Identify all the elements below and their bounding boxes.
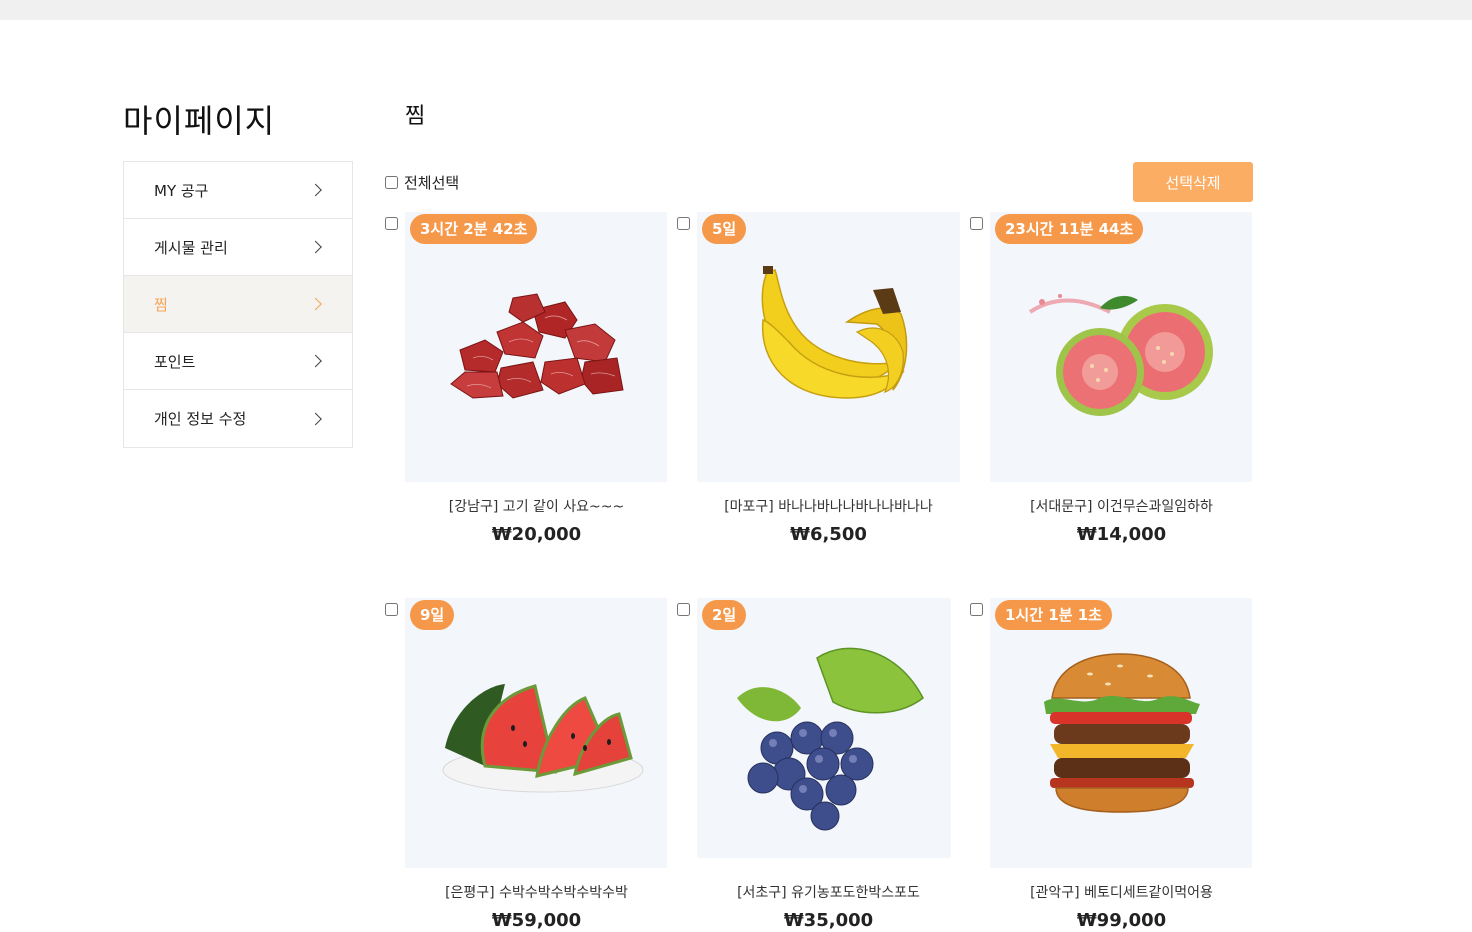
product-name[interactable]: [관악구] 베토디세트같이먹어용 (990, 882, 1253, 902)
product-checkbox[interactable] (970, 217, 983, 230)
product-price: ₩35,000 (783, 910, 874, 931)
product-checkbox[interactable] (970, 603, 983, 616)
product-name[interactable]: [서대문구] 이건무슨과일임하하 (990, 496, 1253, 516)
sidebar-item-points[interactable]: 포인트 (124, 333, 352, 390)
time-left-badge: 2일 (702, 600, 747, 630)
sidebar-item-label: 게시물 관리 (154, 238, 228, 257)
product-price: ₩59,000 (491, 910, 582, 931)
product-card[interactable]: 9일 [은평구] 수박수박수박수박수박 ₩59,000 (385, 598, 675, 932)
chevron-right-icon (309, 354, 322, 368)
time-left-badge: 23시간 11분 44초 (995, 214, 1144, 244)
product-checkbox[interactable] (385, 217, 398, 230)
time-left-badge: 9일 (410, 600, 455, 630)
chevron-right-icon (309, 240, 322, 254)
product-name[interactable]: [서초구] 유기농포도한박스포도 (697, 882, 960, 902)
sidebar-menu: MY 공구 게시물 관리 찜 포인트 개인 정보 수정 (123, 161, 353, 448)
product-checkbox[interactable] (677, 217, 690, 230)
sidebar-item-label: 찜 (154, 295, 168, 314)
guava-image[interactable] (990, 212, 1252, 482)
product-card[interactable]: 5일 [마포구] 바나나바나나바나나바나나 ₩6,500 (677, 212, 967, 552)
time-left-badge: 3시간 2분 42초 (410, 214, 538, 244)
chevron-right-icon (309, 412, 322, 425)
sidebar-item-my-group-buy[interactable]: MY 공구 (124, 162, 352, 219)
sidebar-item-posts[interactable]: 게시물 관리 (124, 219, 352, 276)
top-bar (0, 0, 1472, 20)
delete-selected-button[interactable]: 선택삭제 (1133, 162, 1253, 202)
select-all-label: 전체선택 (404, 174, 460, 192)
product-price: ₩99,000 (1076, 910, 1167, 931)
product-card[interactable]: 2일 [서초구] 유기농포도한박스포도 ₩35,000 (677, 598, 967, 932)
sidebar-title: 마이페이지 (123, 102, 276, 140)
product-card[interactable]: 1시간 1분 1초 [관악구] 베토디세트같이먹어용 ₩99,000 (970, 598, 1260, 932)
grapes-image[interactable] (697, 598, 951, 858)
select-all-checkbox[interactable] (385, 176, 398, 189)
product-price: ₩14,000 (1076, 524, 1167, 545)
banana-image[interactable] (697, 212, 960, 482)
chevron-right-icon (309, 297, 322, 311)
watermelon-image[interactable] (405, 598, 667, 868)
product-checkbox[interactable] (677, 603, 690, 616)
product-price: ₩20,000 (491, 524, 582, 545)
sidebar-item-profile-edit[interactable]: 개인 정보 수정 (124, 390, 352, 447)
sidebar-item-wishlist[interactable]: 찜 (124, 276, 352, 333)
product-card[interactable]: 23시간 11분 44초 [서대문구] 이건무슨과일임하하 ₩14,000 (970, 212, 1260, 552)
beef-cubes-image[interactable] (405, 212, 667, 482)
chevron-right-icon (309, 183, 322, 197)
sidebar-item-label: MY 공구 (154, 181, 209, 200)
time-left-badge: 1시간 1분 1초 (995, 600, 1112, 630)
product-name[interactable]: [강남구] 고기 같이 사요~~~ (405, 496, 668, 516)
sidebar-item-label: 포인트 (154, 352, 196, 371)
page-title: 찜 (405, 104, 426, 129)
product-name[interactable]: [마포구] 바나나바나나바나나바나나 (697, 496, 960, 516)
select-all[interactable]: 전체선택 (385, 172, 459, 193)
burger-image[interactable] (990, 598, 1252, 868)
time-left-badge: 5일 (702, 214, 747, 244)
product-checkbox[interactable] (385, 603, 398, 616)
product-card[interactable]: 3시간 2분 42초 [강남구] 고기 같이 사요~~~ ₩20,000 (385, 212, 675, 552)
product-price: ₩6,500 (790, 524, 867, 545)
product-name[interactable]: [은평구] 수박수박수박수박수박 (405, 882, 668, 902)
sidebar-item-label: 개인 정보 수정 (154, 410, 247, 428)
